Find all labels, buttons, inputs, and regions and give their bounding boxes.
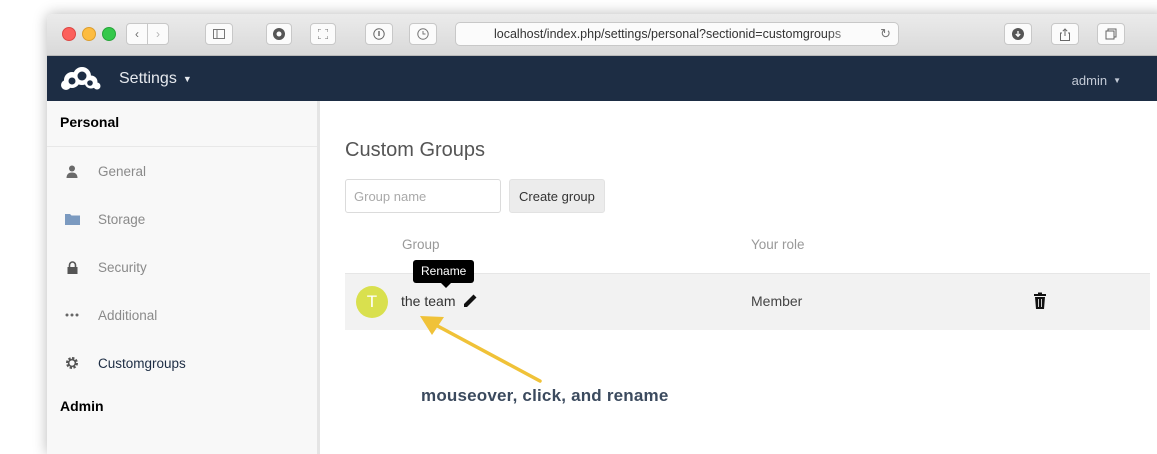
minimize-window-button[interactable] (82, 27, 96, 41)
sidebar-item-additional[interactable]: Additional (47, 291, 317, 339)
column-header-group: Group (402, 237, 440, 252)
settings-sidebar: Personal General Storage Security Additi… (47, 101, 320, 454)
user-icon (64, 163, 80, 179)
sidebar-item-label: General (98, 163, 147, 179)
avatar: T (356, 286, 388, 318)
sidebar-item-label: Customgroups (98, 355, 186, 371)
forward-icon[interactable]: › (147, 23, 169, 45)
settings-menu[interactable]: Settings ▼ (119, 70, 192, 88)
folder-icon (64, 211, 80, 227)
sidebar-heading-personal: Personal (47, 101, 317, 147)
create-group-button[interactable]: Create group (509, 179, 605, 213)
delete-trash-icon[interactable] (1033, 292, 1047, 310)
download-icon[interactable] (1004, 23, 1032, 45)
grammarly-icon[interactable] (266, 23, 292, 45)
sidebar-item-security[interactable]: Security (47, 243, 317, 291)
sidebar-item-storage[interactable]: Storage (47, 195, 317, 243)
address-bar[interactable]: localhost/index.php/settings/personal?se… (455, 22, 899, 46)
gear-icon (64, 355, 80, 371)
rename-tooltip: Rename (413, 260, 475, 288)
annotation-caption: mouseover, click, and rename (421, 386, 669, 405)
tabs-icon[interactable] (1097, 23, 1125, 45)
more-icon (64, 307, 80, 323)
url-text: localhost/index.php/settings/personal?se… (494, 27, 842, 41)
lock-icon (64, 259, 80, 275)
fullscreen-icon[interactable] (310, 23, 336, 45)
back-icon[interactable]: ‹ (126, 23, 148, 45)
sidebar-item-general[interactable]: General (47, 147, 317, 195)
user-menu-label: admin (1071, 73, 1108, 88)
group-role: Member (751, 293, 803, 309)
caret-down-icon: ▼ (182, 74, 192, 84)
history-icon[interactable] (409, 23, 437, 45)
share-icon[interactable] (1051, 23, 1079, 45)
page-title: Custom Groups (345, 139, 486, 161)
reload-icon[interactable]: ↻ (880, 23, 891, 45)
caret-down-icon: ▼ (1113, 76, 1121, 85)
sidebar-item-customgroups[interactable]: Customgroups (47, 339, 317, 387)
browser-window: ‹ › localhost/index.php/settings/persona… (47, 14, 1157, 454)
close-window-button[interactable] (62, 27, 76, 41)
browser-toolbar: ‹ › localhost/index.php/settings/persona… (47, 14, 1157, 56)
zoom-window-button[interactable] (102, 27, 116, 41)
sidebar-heading-admin: Admin (60, 398, 104, 414)
user-menu[interactable]: admin ▼ (1072, 73, 1121, 88)
main-content: Custom Groups Create group Group Your ro… (320, 101, 1157, 454)
owncloud-logo (61, 67, 101, 90)
info-icon[interactable] (365, 23, 393, 45)
column-header-role: Your role (751, 237, 805, 252)
sidebar-item-label: Additional (98, 307, 158, 323)
settings-menu-label: Settings (119, 70, 177, 87)
sidebar-item-label: Storage (98, 211, 146, 227)
group-name-input[interactable] (345, 179, 501, 213)
sidebar-icon[interactable] (205, 23, 233, 45)
annotation-arrow (420, 316, 542, 383)
sidebar-item-label: Security (98, 259, 147, 275)
app-header: Settings ▼ admin ▼ (47, 56, 1157, 101)
